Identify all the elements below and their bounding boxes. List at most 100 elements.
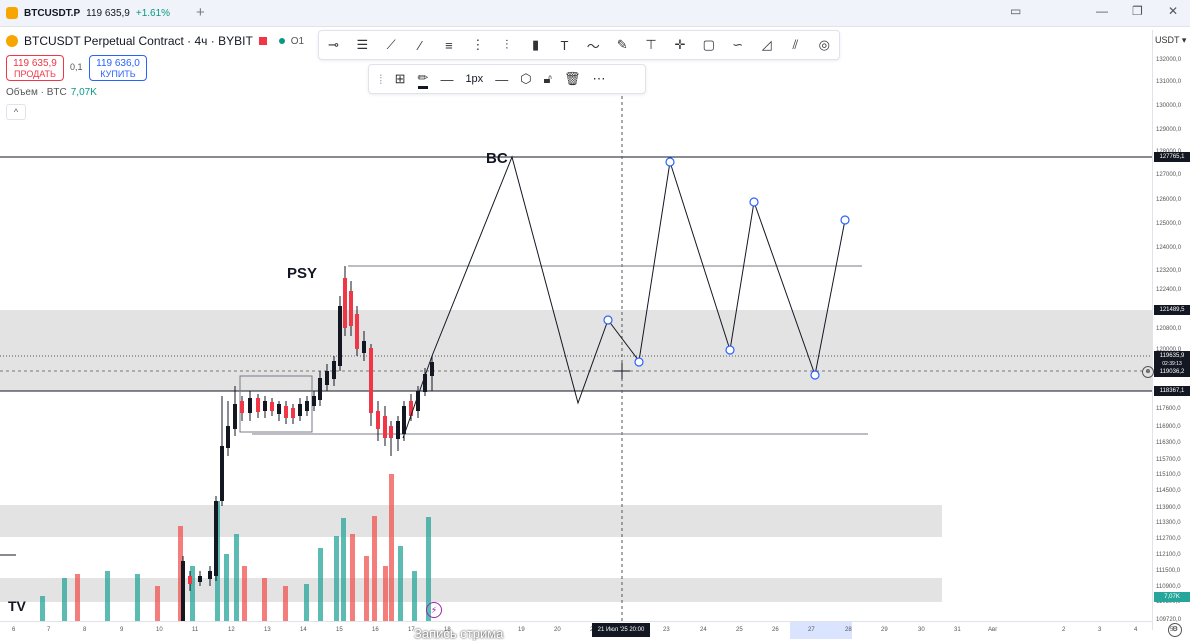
parallel-lines-icon[interactable]: ☰ bbox=[352, 35, 372, 55]
pitchfork-icon[interactable]: ⫽ bbox=[785, 35, 805, 55]
trendline-icon[interactable]: ⟋ bbox=[381, 35, 401, 55]
visibility-icon[interactable]: ⬡ bbox=[520, 71, 531, 87]
buy-button[interactable]: 119 636,0 КУПИТЬ bbox=[89, 55, 147, 81]
lock-icon[interactable]: 🔓︎ bbox=[544, 71, 552, 87]
time-tick-label: 11 bbox=[192, 627, 199, 633]
price-tick-label: 127000,0 bbox=[1156, 172, 1182, 178]
time-tick-label: 12 bbox=[228, 627, 235, 633]
brush-icon[interactable]: ✎ bbox=[612, 35, 632, 55]
curve-icon[interactable]: ∽ bbox=[728, 35, 748, 55]
price-tick-label: 124000,0 bbox=[1156, 245, 1182, 251]
fib-icon[interactable]: ≡ bbox=[439, 35, 459, 55]
price-tick-label: 111500,0 bbox=[1156, 568, 1181, 574]
trash-icon[interactable]: 🗑︎ bbox=[564, 71, 581, 87]
time-tick-label: 16 bbox=[372, 627, 379, 633]
browser-tab-bar: BTCUSDT.P 119 635,9 +1.61% + ▭ — ❐ ✕ bbox=[0, 0, 1190, 27]
time-tick-label: 26 bbox=[772, 627, 779, 633]
high-level-price-label: 127765,1 bbox=[1154, 152, 1190, 162]
symbol-title[interactable]: BTCUSDT Perpetual Contract · 4ч · BYBIT bbox=[24, 34, 253, 48]
sell-label: ПРОДАТЬ bbox=[14, 69, 56, 79]
maximize-button[interactable]: ❐ bbox=[1132, 4, 1143, 18]
target-icon[interactable]: ⊕ bbox=[1142, 366, 1154, 378]
ohlc-values: O1 bbox=[290, 35, 305, 47]
currency-label: USDT bbox=[1155, 35, 1180, 45]
horizontal-ray-icon[interactable]: ⊸ bbox=[323, 35, 343, 55]
resistance-zone bbox=[0, 310, 1152, 391]
time-tick-label: 14 bbox=[300, 627, 307, 633]
psy-label[interactable]: PSY bbox=[287, 265, 317, 282]
line-style-icon[interactable]: — bbox=[495, 72, 508, 87]
price-tick-label: 113900,0 bbox=[1156, 505, 1181, 511]
tab-price: 119 635,9 bbox=[86, 7, 130, 19]
chart-tab[interactable]: BTCUSDT.P 119 635,9 +1.61% bbox=[6, 4, 170, 22]
time-tick-label: 10 bbox=[156, 627, 163, 633]
time-tick-label: 19 bbox=[518, 627, 525, 633]
text-icon[interactable]: T bbox=[554, 35, 574, 55]
ray-icon[interactable]: ∕ bbox=[410, 35, 430, 55]
time-tick-label: 23 bbox=[663, 627, 670, 633]
time-tick-label: 25 bbox=[736, 627, 743, 633]
time-tick-label: 20 bbox=[554, 627, 561, 633]
price-tick-label: 120800,0 bbox=[1156, 326, 1182, 332]
time-selection-range bbox=[790, 622, 852, 639]
time-tick-label: 15 bbox=[336, 627, 343, 633]
minimize-button[interactable]: — bbox=[1096, 4, 1108, 18]
path-icon[interactable]: 〜 bbox=[583, 35, 603, 55]
grid-icon[interactable]: ⋮ bbox=[468, 35, 488, 55]
projection-path[interactable] bbox=[402, 155, 846, 439]
cross-price-label: 119036,2 bbox=[1154, 367, 1190, 377]
triangle-icon[interactable]: ◿ bbox=[757, 35, 777, 55]
drawing-toolbar: ⊸ ☰ ⟋ ∕ ≡ ⋮ ⫶ ▮ T 〜 ✎ ⊤ ✛ ▢ ∽ ◿ ⫽ ◎ bbox=[318, 30, 840, 60]
settings-icon[interactable]: ◎ bbox=[814, 35, 834, 55]
pen-color-icon[interactable]: ✏ bbox=[417, 70, 429, 89]
line-style-toolbar: ⁞ ⊞ ✏ — 1px — ⬡ 🔓︎ 🗑︎ ⋯ bbox=[368, 64, 646, 94]
price-tick-label: 117600,0 bbox=[1156, 406, 1181, 412]
chart-canvas[interactable] bbox=[0, 26, 1152, 621]
line-width-icon[interactable]: — bbox=[440, 72, 453, 87]
flag-icon[interactable] bbox=[258, 37, 267, 45]
price-tick-label: 114500,0 bbox=[1156, 488, 1181, 494]
time-tick-label: 28 bbox=[845, 627, 852, 633]
sell-button[interactable]: 119 635,9 ПРОДАТЬ bbox=[6, 55, 64, 81]
crosshair-time-label: 21 Июл '25 20:00 bbox=[592, 623, 650, 637]
volume-label: Объем · BTC bbox=[6, 87, 67, 98]
volume-zone-1 bbox=[0, 505, 942, 537]
rectangle-icon[interactable]: ▢ bbox=[699, 35, 719, 55]
time-tick-label: 4 bbox=[1134, 627, 1138, 633]
chart-header: BTCUSDT Perpetual Contract · 4ч · BYBIT … bbox=[0, 30, 304, 52]
new-tab-button[interactable]: + bbox=[196, 4, 205, 21]
drag-handle-icon[interactable]: ⁞ bbox=[379, 72, 383, 87]
price-tick-label: 131000,0 bbox=[1156, 79, 1182, 85]
price-tick-label: 115100,0 bbox=[1156, 472, 1181, 478]
time-tick-label: 6 bbox=[12, 627, 16, 633]
time-axis[interactable] bbox=[0, 621, 1152, 640]
chevron-up-icon[interactable]: ^ bbox=[6, 104, 26, 120]
buy-label: КУПИТЬ bbox=[100, 69, 136, 79]
axis-settings-icon[interactable]: ⚙︎ bbox=[1168, 623, 1182, 637]
price-tick-label: 130000,0 bbox=[1156, 103, 1182, 109]
time-tick-label: 31 bbox=[954, 627, 961, 633]
price-tick-label: 132000,0 bbox=[1156, 57, 1182, 63]
more-icon[interactable]: ⋯ bbox=[593, 71, 606, 87]
price-tick-label: 116900,0 bbox=[1156, 424, 1181, 430]
bybit-logo-icon bbox=[6, 35, 18, 47]
measure-icon[interactable]: ⊤ bbox=[641, 35, 661, 55]
price-tick-label: 122400,0 bbox=[1156, 287, 1182, 293]
bc-label[interactable]: BC bbox=[486, 150, 508, 167]
crosshair-icon[interactable]: ✛ bbox=[670, 35, 690, 55]
currency-selector[interactable]: USDT ▾ bbox=[1155, 35, 1186, 46]
lightning-icon[interactable]: ⚡︎ bbox=[426, 602, 442, 618]
zone-bottom-price-label: 118367,1 bbox=[1154, 386, 1190, 396]
volume-legend[interactable]: Объем · BTC 7,07K bbox=[6, 87, 97, 98]
bars-pattern-icon[interactable]: ⫶ bbox=[497, 35, 517, 55]
layout-icon[interactable]: ▭ bbox=[1010, 4, 1021, 18]
tab-symbol: BTCUSDT.P bbox=[24, 7, 81, 19]
time-tick-label: Авг bbox=[988, 627, 998, 633]
line-width-label[interactable]: 1px bbox=[465, 73, 483, 85]
price-tick-label: 129000,0 bbox=[1156, 127, 1182, 133]
close-button[interactable]: ✕ bbox=[1168, 4, 1178, 18]
price-tick-label: 110900,0 bbox=[1156, 584, 1181, 590]
template-icon[interactable]: ⊞ bbox=[395, 71, 406, 87]
long-position-icon[interactable]: ▮ bbox=[526, 35, 546, 55]
volume-value: 7,07K bbox=[70, 87, 97, 98]
